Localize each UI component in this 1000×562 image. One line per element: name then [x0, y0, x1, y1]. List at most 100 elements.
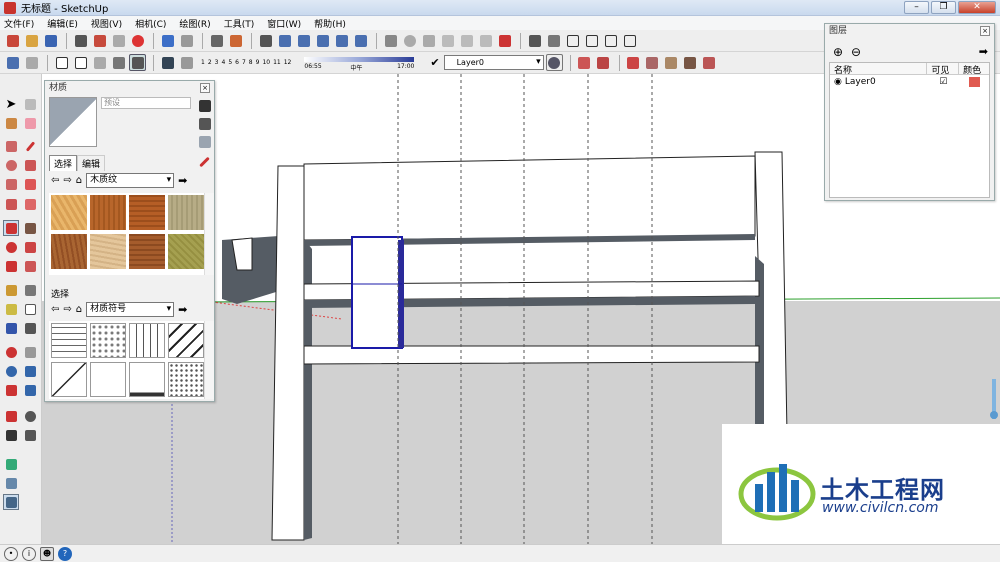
- paint-bucket-icon[interactable]: [3, 115, 19, 131]
- xray-style-button[interactable]: [4, 54, 21, 71]
- menu-help[interactable]: 帮助(H): [314, 17, 346, 30]
- menu-tools[interactable]: 工具(T): [224, 17, 255, 30]
- pattern-swatch[interactable]: [51, 362, 87, 397]
- pattern-swatch[interactable]: [129, 362, 165, 397]
- tab-select[interactable]: 选择: [49, 155, 78, 171]
- model-info-button[interactable]: [227, 32, 244, 49]
- wood-swatch[interactable]: [168, 234, 204, 269]
- previous-view-icon[interactable]: [22, 382, 38, 398]
- geo-location-icon[interactable]: [3, 456, 19, 472]
- details-arrow-icon[interactable]: ➡: [178, 174, 187, 187]
- home-icon[interactable]: ⌂: [76, 175, 82, 186]
- axes-tool-icon[interactable]: [3, 320, 19, 336]
- position-camera-icon[interactable]: [3, 408, 19, 424]
- layer-dropdown[interactable]: Layer0: [443, 55, 544, 70]
- iso-view-button[interactable]: [276, 32, 293, 49]
- layer-details-icon[interactable]: ➡: [979, 45, 988, 58]
- forward-arrow-icon[interactable]: ⇨: [63, 304, 71, 315]
- tape-measure-icon[interactable]: [3, 282, 19, 298]
- delete-layer-icon[interactable]: ⊖: [851, 45, 861, 59]
- layer-color-swatch[interactable]: [968, 77, 980, 87]
- line-tool-icon[interactable]: [22, 138, 38, 154]
- pattern-swatch[interactable]: [168, 323, 204, 358]
- component-button[interactable]: [257, 32, 274, 49]
- front-view-button[interactable]: [314, 32, 331, 49]
- wood-swatch[interactable]: [168, 195, 204, 230]
- new-file-button[interactable]: [4, 32, 21, 49]
- polygon-tool-icon[interactable]: [3, 176, 19, 192]
- open-file-button[interactable]: [23, 32, 40, 49]
- redo-button[interactable]: [178, 32, 195, 49]
- house3-icon-button[interactable]: [602, 32, 619, 49]
- select-tool-icon[interactable]: ➤: [3, 96, 19, 112]
- back-edges-button[interactable]: [23, 54, 40, 71]
- menu-edit[interactable]: 编辑(E): [47, 17, 78, 30]
- monochrome-button[interactable]: [129, 54, 146, 71]
- pan-tool-icon[interactable]: [22, 344, 38, 360]
- street-view-icon[interactable]: [3, 494, 19, 510]
- fog-toggle-button[interactable]: [178, 54, 195, 71]
- layer-manager-button[interactable]: [545, 54, 563, 71]
- component-browser-button[interactable]: [526, 32, 543, 49]
- paste-button[interactable]: [110, 32, 127, 49]
- material-library-dropdown[interactable]: 木质纹: [86, 173, 175, 188]
- back-arrow-icon[interactable]: ⇦: [51, 175, 59, 186]
- wood-swatch[interactable]: [51, 195, 87, 230]
- hidden-line-button[interactable]: [72, 54, 89, 71]
- outer-shell-button[interactable]: [382, 32, 399, 49]
- wood-scrollbar[interactable]: [204, 193, 214, 275]
- erase-button[interactable]: [129, 32, 146, 49]
- wood-swatch[interactable]: [129, 234, 165, 269]
- shaded-texture-button[interactable]: [110, 54, 127, 71]
- right-view-button[interactable]: [333, 32, 350, 49]
- undo-button[interactable]: [159, 32, 176, 49]
- menu-file[interactable]: 文件(F): [4, 17, 34, 30]
- wood-swatch[interactable]: [51, 234, 87, 269]
- orbit-tool-icon[interactable]: [3, 344, 19, 360]
- pattern-swatch[interactable]: [51, 323, 87, 358]
- material-name-field[interactable]: 预设: [101, 97, 191, 109]
- credits-icon[interactable]: i: [22, 546, 36, 561]
- top-view-button[interactable]: [295, 32, 312, 49]
- pie-tool-icon[interactable]: [3, 196, 19, 212]
- pattern-swatch[interactable]: [168, 362, 204, 397]
- menu-camera[interactable]: 相机(C): [135, 17, 166, 30]
- forward-arrow-icon[interactable]: ⇨: [63, 175, 71, 186]
- menu-view[interactable]: 视图(V): [91, 17, 122, 30]
- walk-tool-icon[interactable]: [3, 427, 19, 443]
- active-layer-radio-icon[interactable]: ◉: [834, 77, 842, 87]
- back-view-button[interactable]: [352, 32, 369, 49]
- shadow-month-strip[interactable]: 1 2 3 4 5 6 7 8 9 10 11 12: [201, 59, 294, 66]
- sandbox-5-button[interactable]: [701, 54, 718, 71]
- layer-visible-checkbox[interactable]: ☑: [927, 77, 959, 87]
- cut-button[interactable]: [72, 32, 89, 49]
- eraser-icon[interactable]: [22, 115, 38, 131]
- zoom-extents-icon[interactable]: [3, 382, 19, 398]
- print-button[interactable]: [208, 32, 225, 49]
- zoom-tool-icon[interactable]: [3, 363, 19, 379]
- wood-swatch[interactable]: [129, 195, 165, 230]
- look-around-icon[interactable]: [22, 408, 38, 424]
- circle-tool-icon[interactable]: [3, 157, 19, 173]
- house2-icon-button[interactable]: [583, 32, 600, 49]
- pattern-swatch[interactable]: [129, 323, 165, 358]
- union-button[interactable]: [420, 32, 437, 49]
- default-material-icon[interactable]: [196, 115, 213, 132]
- rotate-tool-icon[interactable]: [3, 239, 19, 255]
- warehouse-button[interactable]: [496, 32, 513, 49]
- text-tool-icon[interactable]: [22, 301, 38, 317]
- photo-texture-icon[interactable]: [3, 475, 19, 491]
- scale-tool-icon[interactable]: [3, 258, 19, 274]
- eyedropper-icon[interactable]: [196, 153, 213, 170]
- home-icon[interactable]: ⌂: [76, 304, 82, 315]
- sandbox-3-button[interactable]: [663, 54, 680, 71]
- col-visible-header[interactable]: 可见: [927, 63, 960, 76]
- save-button[interactable]: [42, 32, 59, 49]
- sandbox-2-button[interactable]: [644, 54, 661, 71]
- follow-me-icon[interactable]: [22, 239, 38, 255]
- layer-row[interactable]: ◉ Layer0 ☑: [830, 75, 989, 89]
- shadow-time-slider[interactable]: 06:55 中午 17:00: [304, 56, 415, 72]
- add-layer-icon[interactable]: ⊕: [833, 45, 843, 59]
- offset-tool-icon[interactable]: [22, 258, 38, 274]
- sandbox-4-button[interactable]: [682, 54, 699, 71]
